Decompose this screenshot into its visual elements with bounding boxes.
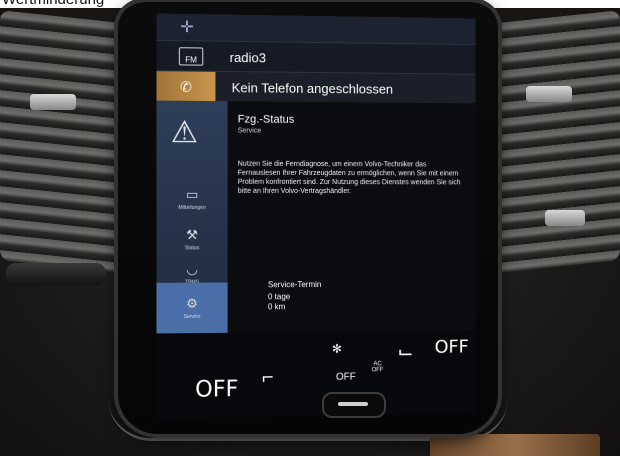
dashboard: ✛ FM radio3 ✆ Kein Telefon angeschlossen…: [0, 2, 620, 456]
vehicle-warning-icon: ⚠: [170, 115, 199, 150]
sidebar-item-service[interactable]: ⚙ Service: [156, 282, 228, 334]
tire-pressure-icon: ◡: [186, 261, 198, 277]
caption-text: Wertminderung: [2, 0, 104, 8]
fan-off-label[interactable]: OFF: [336, 372, 356, 383]
service-days: 0 tage: [267, 292, 291, 302]
radio-tile[interactable]: FM radio3: [156, 39, 476, 75]
ac-button[interactable]: AC OFF: [372, 361, 384, 373]
ac-off-label: OFF: [371, 367, 384, 374]
status-sidebar: ⚠ ▭ Mitteilungen ⚒ Status ◡ TPMS ⚙ Servi…: [156, 100, 228, 334]
phone-tile[interactable]: ✆ Kein Telefon angeschlossen: [156, 70, 476, 105]
wood-trim: [430, 434, 600, 456]
service-km: 0 km: [267, 302, 286, 312]
radio-icon: FM: [178, 47, 204, 66]
status-content: Fzg.-Status Service Nutzen Sie die Fernd…: [227, 101, 476, 333]
right-vent-knob[interactable]: [526, 86, 572, 102]
fan-icon[interactable]: ✻: [332, 342, 342, 356]
home-button[interactable]: [322, 392, 386, 418]
radio-station: radio3: [229, 49, 267, 65]
service-icon: ⚙: [186, 295, 199, 311]
navigation-compass-icon: ✛: [180, 18, 194, 37]
right-seat-heat-icon[interactable]: ⌙: [397, 339, 413, 364]
wrench-icon: ⚒: [186, 227, 199, 243]
climate-bar: OFF ⌐ ✻ OFF AC OFF ⌙ OFF: [156, 330, 476, 419]
message-icon: ▭: [185, 186, 199, 202]
radio-band: FM: [185, 55, 197, 65]
infotainment-screen: ✛ FM radio3 ✆ Kein Telefon angeschlossen…: [156, 13, 476, 419]
sidebar-item-label: Service: [183, 313, 201, 321]
left-temperature-off[interactable]: OFF: [195, 377, 238, 403]
left-vent-knob[interactable]: [30, 94, 76, 110]
left-seat-heat-icon[interactable]: ⌐: [262, 367, 274, 390]
sidebar-item-label: Mitteilungen: [178, 204, 206, 211]
right-vent-lower-knob[interactable]: [545, 210, 585, 226]
right-temperature-off[interactable]: OFF: [435, 337, 469, 358]
service-appointment-title: Service-Termin: [267, 279, 322, 290]
page-subtitle: Service: [237, 127, 262, 135]
page-title: Fzg.-Status: [237, 113, 295, 126]
phone-status: Kein Telefon angeschlossen: [231, 79, 394, 97]
remote-diagnosis-text: Nutzen Sie die Ferndiagnose, um einem Vo…: [237, 160, 461, 196]
steering-lever: [6, 263, 106, 285]
phone-icon: ✆: [156, 71, 216, 103]
